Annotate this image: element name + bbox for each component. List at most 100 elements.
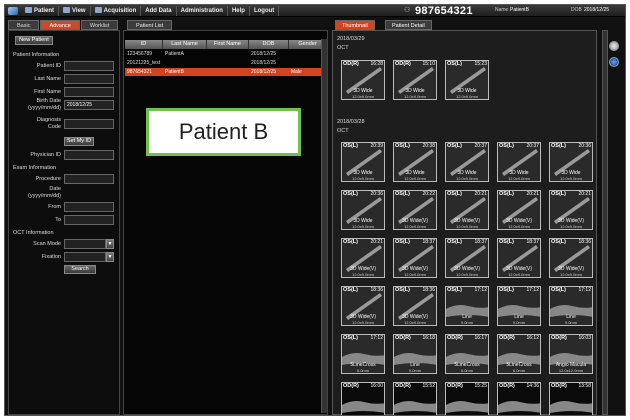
first-name-field[interactable]	[64, 87, 114, 97]
scan-thumbnail[interactable]: OD(R) 15:10 3D Wide 12.0x9.0mm	[393, 60, 437, 100]
scan-thumbnail[interactable]: OS(L) 20:21 3D Wide(V) 12.0x9.0mm	[341, 238, 385, 278]
tab-patient-list[interactable]: Patient List	[127, 20, 173, 30]
column-dob[interactable]: DOB	[249, 40, 289, 49]
eye-label: OS(L)	[499, 287, 514, 293]
cell-dob: 2018/12/25	[251, 51, 277, 57]
info-icon[interactable]	[609, 57, 619, 67]
scan-thumbnail[interactable]: OD(R) 14:36	[497, 382, 541, 415]
set-my-id-button[interactable]: Set My ID	[64, 137, 94, 146]
scan-thumbnail[interactable]: OD(R) 16:28 3D Wide 12.0x9.0mm	[341, 60, 385, 100]
menu-help[interactable]: Help	[228, 5, 250, 16]
chevron-down-icon[interactable]: ▼	[106, 252, 114, 262]
table-row[interactable]: 20121225_test 2018/12/25	[125, 59, 327, 67]
eye-label: OS(L)	[551, 239, 566, 245]
eye-label: OS(L)	[343, 191, 358, 197]
scan-thumbnail[interactable]: OD(R) 15:25	[445, 382, 489, 415]
scan-thumbnail[interactable]: OS(L) 17:12 Line 9.0mm	[497, 286, 541, 326]
column-id[interactable]: ID	[125, 40, 163, 49]
column-first-name[interactable]: First Name	[207, 40, 249, 49]
menu-patient[interactable]: Patient	[21, 5, 60, 16]
chevron-down-icon[interactable]: ▼	[106, 239, 114, 249]
scan-size: 12.0x9.0mm	[403, 272, 426, 277]
scan-mode-select[interactable]	[64, 239, 106, 249]
scan-thumbnail[interactable]: OS(L) 20:38 3D Wide 12.0x9.0mm	[393, 142, 437, 182]
scan-size: 12.0x9.0mm	[507, 224, 530, 229]
scan-thumbnail[interactable]: OS(L) 15:23 3D Wide 12.0x9.0mm	[445, 60, 489, 100]
scan-time: 20:22	[422, 191, 435, 197]
tab-thumbnail[interactable]: Thumbnail	[335, 20, 375, 30]
tab-advance[interactable]: Advance	[40, 20, 80, 30]
physician-id-field[interactable]	[64, 150, 114, 160]
scan-time: 17:12	[474, 287, 487, 293]
table-row-selected[interactable]: 987654321 PatientB 2018/12/25 Male	[125, 68, 327, 76]
scan-size: 12.0x9.0mm	[559, 176, 582, 181]
menu-acquisition[interactable]: Acquisition	[91, 5, 142, 16]
scan-thumbnail[interactable]: OS(L) 20:36 3D Wide 12.0x9.0mm	[549, 142, 593, 182]
cell-last-name	[163, 59, 207, 67]
scan-time: 15:52	[422, 383, 435, 389]
new-patient-button[interactable]: New Patient	[15, 36, 53, 45]
scan-thumbnail[interactable]: OS(L) 20:21 3D Wide(V) 12.0x9.0mm	[549, 190, 593, 230]
scan-thumbnail[interactable]: OS(L) 20:21 3D Wide(V) 12.0x9.0mm	[445, 190, 489, 230]
current-patient-name: PatientB	[510, 7, 529, 13]
eye-label: OS(L)	[395, 191, 410, 197]
scan-thumbnail[interactable]: OS(L) 20:37 3D Wide 12.0x9.0mm	[445, 142, 489, 182]
procedure-field[interactable]	[64, 174, 114, 184]
diagnosis-code-label: Code	[47, 124, 61, 130]
eye-label: OS(L)	[447, 61, 462, 67]
menu-add-data[interactable]: Add Data	[141, 5, 177, 16]
diagnosis-code-field[interactable]	[64, 119, 114, 129]
scan-thumbnail[interactable]: OS(L) 20:39 3D Wide 12.0x9.0mm	[341, 142, 385, 182]
scan-thumbnail[interactable]: OS(L) 20:22 3D Wide(V) 12.0x9.0mm	[393, 190, 437, 230]
eye-label: OD(R)	[343, 61, 359, 67]
search-button[interactable]: Search	[64, 265, 96, 274]
scan-thumbnail[interactable]: OS(L) 17:12 Line 9.0mm	[445, 286, 489, 326]
cell-dob: 2018/12/25	[251, 60, 277, 66]
scan-thumbnail[interactable]: OS(L) 20:37 3D Wide 12.0x9.0mm	[497, 142, 541, 182]
scan-size: 9.0mm	[564, 320, 578, 325]
scan-thumbnail[interactable]: OD(R) 16:12 5LineCross 6.0mm	[497, 334, 541, 374]
first-name-label: First Name	[34, 89, 61, 95]
scan-thumbnail[interactable]: OS(L) 18:36 3D Wide(V) 12.0x9.0mm	[549, 238, 593, 278]
menu-administration[interactable]: Administration	[177, 5, 228, 16]
scan-thumbnail[interactable]: OD(R) 15:52	[393, 382, 437, 415]
date-from-field[interactable]	[64, 202, 114, 212]
fixation-select[interactable]	[64, 252, 106, 262]
last-name-field[interactable]	[64, 74, 114, 84]
scan-thumbnail[interactable]: OD(R) 16:00	[341, 382, 385, 415]
scan-size: 12.0x9.0mm	[351, 224, 374, 229]
column-last-name[interactable]: Last Name	[163, 40, 207, 49]
date-to-field[interactable]	[64, 215, 114, 225]
scan-size: 12.0x9.0mm	[455, 94, 478, 99]
scan-thumbnail[interactable]: OS(L) 17:12 Line 9.0mm	[549, 286, 593, 326]
patient-id-field[interactable]	[64, 61, 114, 71]
scan-thumbnail[interactable]: OS(L) 18:37 3D Wide(V) 12.0x9.0mm	[497, 238, 541, 278]
scan-thumbnail[interactable]: OS(L) 18:37 3D Wide(V) 12.0x9.0mm	[445, 238, 489, 278]
scan-thumbnail[interactable]: OS(L) 18:37 3D Wide(V) 12.0x9.0mm	[393, 238, 437, 278]
scan-thumbnail[interactable]: OS(L) 17:12 5LineCross 6.0mm	[341, 334, 385, 374]
tab-worklist[interactable]: Worklist	[80, 20, 119, 30]
scan-thumbnail[interactable]: OS(L) 18:36 3D Wide(V) 12.0x9.0mm	[341, 286, 385, 326]
tab-basic[interactable]: Basic	[8, 20, 40, 30]
scan-thumbnail[interactable]: OD(R) 13:58	[549, 382, 593, 415]
patient-list-scrollbar[interactable]	[321, 39, 327, 413]
scan-time: 18:36	[422, 287, 435, 293]
menu-view[interactable]: View	[59, 5, 91, 16]
scan-thumbnail[interactable]: OD(R) 16:17 5LineCross 6.0mm	[445, 334, 489, 374]
scan-time: 20:21	[526, 191, 539, 197]
thumbnail-scrollbar[interactable]	[602, 30, 608, 415]
to-label: To	[55, 217, 61, 223]
scan-thumbnail[interactable]: OS(L) 20:21 3D Wide(V) 12.0x9.0mm	[497, 190, 541, 230]
eye-label: OS(L)	[343, 239, 358, 245]
birth-date-field[interactable]: 2018/12/25	[64, 100, 114, 110]
scan-thumbnail[interactable]: OD(R) 16:03 Angio Macula 12.0x12.0mm	[549, 334, 593, 374]
tab-patient-detail[interactable]: Patient Detail	[385, 20, 432, 30]
settings-gear-icon[interactable]	[609, 41, 619, 51]
scan-thumbnail[interactable]: OS(L) 20:36 3D Wide 12.0x9.0mm	[341, 190, 385, 230]
table-row[interactable]: 123456789 PatientA 2018/12/25	[125, 50, 327, 58]
scan-thumbnail[interactable]: OS(L) 18:36 3D Wide(V) 12.0x9.0mm	[393, 286, 437, 326]
scan-size: 12.0x9.0mm	[351, 176, 374, 181]
menu-logout[interactable]: Logout	[250, 5, 280, 16]
scan-time: 20:39	[370, 143, 383, 149]
scan-thumbnail[interactable]: OD(R) 16:18 Line 9.0mm	[393, 334, 437, 374]
